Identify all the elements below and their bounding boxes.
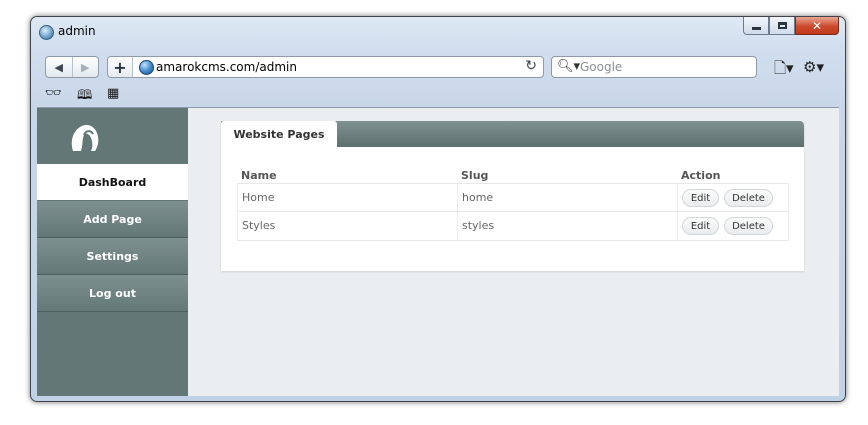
minimize-icon bbox=[751, 26, 761, 30]
sidebar-item-label: DashBoard bbox=[78, 175, 147, 189]
close-button[interactable]: ✕ bbox=[795, 17, 839, 35]
window-title: admin bbox=[58, 24, 96, 38]
sidebar-item-add-page[interactable]: Add Page bbox=[37, 201, 188, 238]
search-icon[interactable]: 🔍︎▾ bbox=[557, 59, 580, 74]
bookmarks-book-icon[interactable]: 🕮 bbox=[77, 86, 92, 108]
search-box[interactable]: 🔍︎▾ Google bbox=[551, 56, 757, 78]
edit-button[interactable]: Edit bbox=[682, 217, 719, 235]
browser-app-icon bbox=[39, 25, 54, 40]
column-header-action: Action bbox=[681, 169, 721, 182]
tab-label: Website Pages bbox=[233, 128, 325, 141]
address-bar[interactable]: + amarokcms.com/admin ↻ bbox=[107, 56, 544, 78]
reload-icon[interactable]: ↻ bbox=[525, 58, 537, 74]
apps-grid-icon[interactable]: ▦ bbox=[107, 86, 119, 101]
sidebar-item-label: Log out bbox=[89, 286, 136, 300]
minimize-button[interactable] bbox=[743, 17, 769, 35]
edit-button[interactable]: Edit bbox=[682, 189, 719, 207]
plus-icon: + bbox=[113, 57, 127, 77]
tab-website-pages[interactable]: Website Pages bbox=[221, 121, 337, 148]
window-caption-buttons: ✕ bbox=[743, 17, 839, 36]
action-cell: Edit Delete bbox=[677, 184, 789, 212]
sidebar: DashBoard Add Page Settings Log out bbox=[37, 108, 188, 396]
sidebar-item-settings[interactable]: Settings bbox=[37, 238, 188, 275]
table-row: Styles styles Edit Delete bbox=[237, 211, 789, 241]
delete-button[interactable]: Delete bbox=[724, 217, 773, 235]
forward-arrow-icon: ▶ bbox=[81, 60, 90, 74]
url-text[interactable]: amarokcms.com/admin bbox=[156, 60, 297, 74]
forward-button[interactable]: ▶ bbox=[71, 57, 99, 77]
back-button[interactable]: ◀ bbox=[46, 57, 72, 77]
sidebar-item-label: Settings bbox=[86, 249, 139, 263]
page-name-cell: Home bbox=[237, 184, 457, 212]
page-slug-cell: styles bbox=[457, 212, 677, 240]
logo-icon bbox=[71, 124, 99, 151]
page-menu-icon[interactable]: 🗋▾ bbox=[774, 58, 794, 83]
back-arrow-icon: ◀ bbox=[54, 60, 63, 74]
column-header-name: Name bbox=[241, 169, 277, 182]
sidebar-item-log-out[interactable]: Log out bbox=[37, 275, 188, 312]
page-viewport: DashBoard Add Page Settings Log out Webs… bbox=[37, 107, 839, 396]
website-pages-panel: Website Pages Name Slug Action Home home… bbox=[221, 121, 804, 271]
page-name-cell: Styles bbox=[237, 212, 457, 240]
add-bookmark-button[interactable]: + bbox=[108, 57, 133, 77]
action-cell: Edit Delete bbox=[677, 212, 789, 240]
reader-icon[interactable]: 👓︎ bbox=[45, 86, 62, 101]
page-slug-cell: home bbox=[457, 184, 677, 212]
tools-gear-icon[interactable]: ⚙▾ bbox=[803, 58, 824, 76]
nav-buttons: ◀ ▶ bbox=[45, 56, 99, 78]
table-row: Home home Edit Delete bbox=[237, 183, 789, 212]
sidebar-item-label: Add Page bbox=[83, 212, 142, 226]
search-input[interactable]: Google bbox=[580, 60, 622, 74]
globe-icon bbox=[139, 60, 154, 75]
maximize-icon bbox=[777, 22, 787, 29]
column-header-slug: Slug bbox=[461, 169, 489, 182]
delete-button[interactable]: Delete bbox=[724, 189, 773, 207]
sidebar-item-dashboard[interactable]: DashBoard bbox=[37, 164, 188, 200]
maximize-button[interactable] bbox=[769, 17, 795, 35]
close-icon: ✕ bbox=[811, 18, 823, 33]
browser-window: admin ✕ ◀ ▶ + amarokcms.com/admin ↻ 🔍︎▾ … bbox=[30, 16, 846, 402]
